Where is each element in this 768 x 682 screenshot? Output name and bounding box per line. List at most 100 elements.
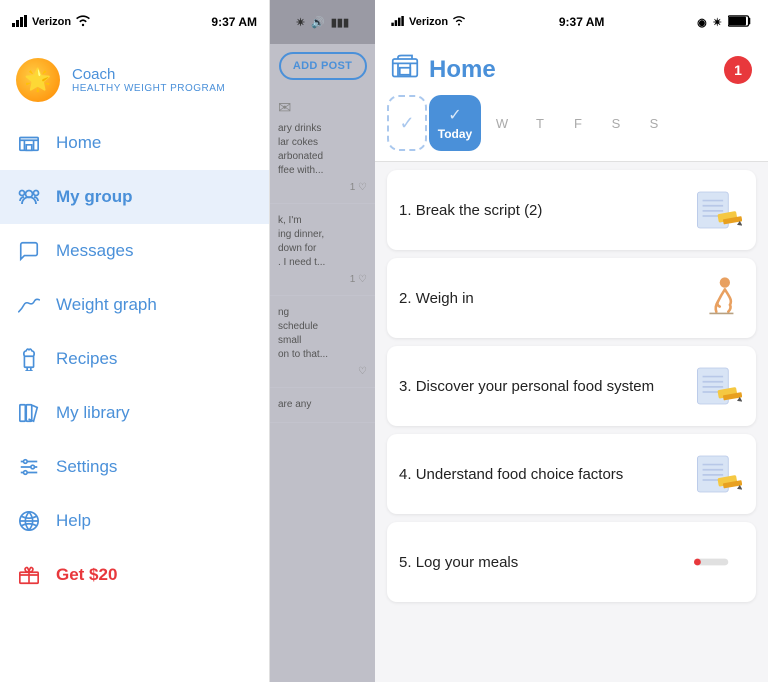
settings-icon: [16, 454, 42, 480]
task-text-1: 1. Break the script (2): [399, 200, 692, 221]
home-carrier-label: Verizon: [409, 16, 448, 28]
tab-s1-letter: S: [612, 116, 621, 131]
tab-s2-letter: S: [650, 116, 659, 131]
post-likes-3[interactable]: ♡: [278, 366, 367, 377]
sidebar-item-get20[interactable]: Get $20: [0, 548, 269, 602]
library-icon: [16, 400, 42, 426]
post-text-4: are any: [278, 398, 367, 412]
middle-battery-icon: ▮▮▮: [331, 16, 349, 29]
sidebar-item-home-label: Home: [56, 133, 101, 153]
home-header: Home 1: [375, 44, 768, 87]
sidebar-item-help[interactable]: Help: [0, 494, 269, 548]
gift-icon: [16, 562, 42, 588]
task-text-3: 3. Discover your personal food system: [399, 376, 692, 397]
task-icon-2: [692, 272, 744, 324]
time-left: 9:37 AM: [211, 15, 257, 29]
tab-f[interactable]: F: [559, 95, 597, 151]
task-text-4: 4. Understand food choice factors: [399, 464, 692, 485]
notification-badge[interactable]: 1: [724, 56, 752, 84]
home-panel: Verizon 9:37 AM ◉ ✴ Home 1: [375, 0, 768, 682]
group-icon: [16, 184, 42, 210]
post-text-1: ary drinkslar cokesarbonatedffee with...: [278, 122, 367, 178]
coach-subtitle: HEALTHY WEIGHT PROGRAM: [72, 83, 225, 94]
home-icon: [16, 130, 42, 156]
home-wifi-icon: [452, 16, 466, 29]
tab-t[interactable]: T: [521, 95, 559, 151]
sidebar-item-recipes-label: Recipes: [56, 349, 117, 369]
mail-icon: ✉: [278, 98, 367, 118]
nav-items: Home My group M: [0, 116, 269, 682]
home-bt-icon: ✴: [713, 16, 722, 29]
day-tabs: ✓ ✓ Today W T F S S: [375, 87, 768, 162]
sidebar-item-messages[interactable]: Messages: [0, 224, 269, 278]
graph-icon: [16, 292, 42, 318]
home-time: 9:37 AM: [559, 15, 605, 29]
add-post-button[interactable]: ADD POST: [279, 52, 367, 80]
tab-today[interactable]: ✓ Today: [429, 95, 481, 151]
post-text-3: ngschedulesmallon to that...: [278, 306, 367, 362]
coach-info: Coach HEALTHY WEIGHT PROGRAM: [72, 66, 225, 94]
task-card-3[interactable]: 3. Discover your personal food system: [387, 346, 756, 426]
task-card-1[interactable]: 1. Break the script (2): [387, 170, 756, 250]
sidebar-item-my-library-label: My library: [56, 403, 130, 423]
coach-avatar: 🌟: [16, 58, 60, 102]
home-location-icon: ◉: [697, 16, 707, 29]
coach-name: Coach: [72, 66, 225, 83]
task-icon-1: [692, 184, 744, 236]
home-page-title: Home: [429, 56, 496, 84]
sidebar-item-help-label: Help: [56, 511, 91, 531]
middle-status-bar: ✴ 🔊 ▮▮▮: [270, 0, 375, 44]
middle-bt-icon: ✴: [296, 16, 305, 29]
home-title-section: Home: [391, 52, 496, 87]
sidebar-item-my-library[interactable]: My library: [0, 386, 269, 440]
status-bar-right: Verizon 9:37 AM ◉ ✴: [375, 0, 768, 44]
tab-s1[interactable]: S: [597, 95, 635, 151]
task-icon-3: [692, 360, 744, 412]
carrier-label: Verizon: [32, 16, 71, 28]
feed-post-1[interactable]: ✉ ary drinkslar cokesarbonatedffee with.…: [270, 88, 375, 204]
sidebar-item-weight-graph[interactable]: Weight graph: [0, 278, 269, 332]
sidebar-item-settings-label: Settings: [56, 457, 117, 477]
home-page-icon: [391, 52, 419, 87]
sidebar: Verizon 9:37 AM 🌟 Coach HEALTHY WEIGHT P…: [0, 0, 270, 682]
carrier-signal: Verizon: [12, 15, 91, 30]
message-icon: [16, 238, 42, 264]
task-card-5[interactable]: 5. Log your meals: [387, 522, 756, 602]
sidebar-item-my-group[interactable]: My group: [0, 170, 269, 224]
sidebar-item-weight-graph-label: Weight graph: [56, 295, 157, 315]
task-text-2: 2. Weigh in: [399, 288, 692, 309]
feed-post-2[interactable]: k, I'ming dinner,down for. I need t... 1…: [270, 204, 375, 296]
tab-w[interactable]: W: [483, 95, 521, 151]
status-bar-left: Verizon 9:37 AM: [0, 0, 269, 44]
feed-post-list: ✉ ary drinkslar cokesarbonatedffee with.…: [270, 88, 375, 682]
home-battery-icon: [728, 15, 752, 30]
home-carrier: Verizon: [391, 16, 466, 29]
middle-panel: ✴ 🔊 ▮▮▮ ADD POST ✉ ary drinkslar cokesar…: [270, 0, 375, 682]
sidebar-item-my-group-label: My group: [56, 187, 133, 207]
chef-icon: [16, 346, 42, 372]
sidebar-item-recipes[interactable]: Recipes: [0, 332, 269, 386]
tab-s2[interactable]: S: [635, 95, 673, 151]
post-likes-1[interactable]: 1 ♡: [278, 182, 367, 193]
globe-icon: [16, 508, 42, 534]
tab-today-label: Today: [438, 127, 472, 141]
middle-bt2-icon: 🔊: [311, 16, 325, 29]
tab-t-letter: T: [536, 116, 544, 131]
task-icon-5: [692, 536, 744, 588]
task-card-4[interactable]: 4. Understand food choice factors: [387, 434, 756, 514]
home-status-icons: ◉ ✴: [697, 15, 752, 30]
feed-post-3[interactable]: ngschedulesmallon to that... ♡: [270, 296, 375, 388]
home-signal-icon: [391, 16, 405, 29]
post-likes-2[interactable]: 1 ♡: [278, 274, 367, 285]
signal-icon: [12, 15, 28, 30]
wifi-icon: [75, 15, 91, 30]
tab-f-letter: F: [574, 116, 582, 131]
task-card-2[interactable]: 2. Weigh in: [387, 258, 756, 338]
feed-post-4[interactable]: are any: [270, 388, 375, 423]
task-icon-4: [692, 448, 744, 500]
sidebar-item-get20-label: Get $20: [56, 565, 117, 585]
sidebar-item-home[interactable]: Home: [0, 116, 269, 170]
coach-section[interactable]: 🌟 Coach HEALTHY WEIGHT PROGRAM: [0, 44, 269, 116]
tab-empty[interactable]: ✓: [387, 95, 427, 151]
sidebar-item-settings[interactable]: Settings: [0, 440, 269, 494]
